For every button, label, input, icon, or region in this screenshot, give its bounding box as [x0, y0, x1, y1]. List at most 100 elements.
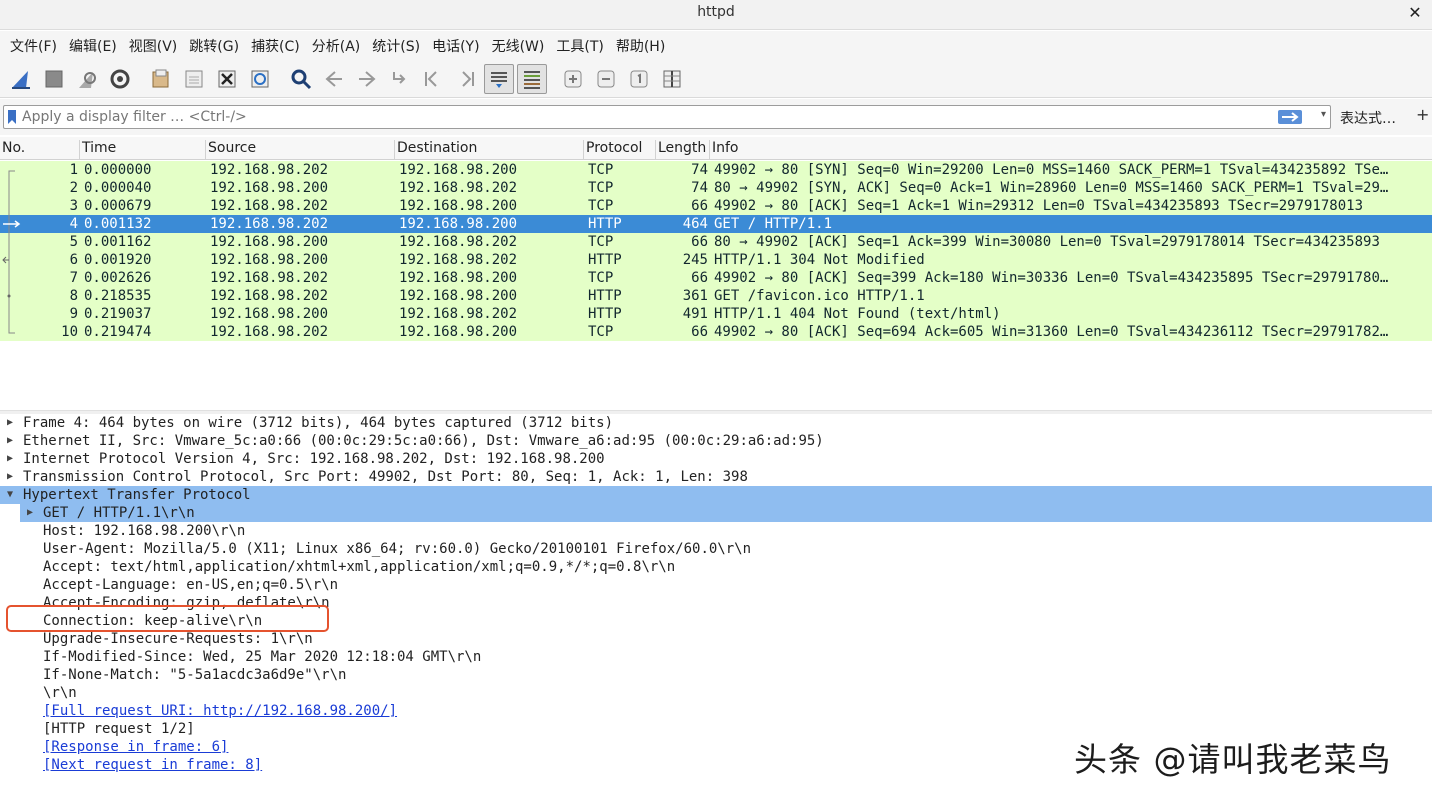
packet-cell-proto: TCP: [588, 180, 614, 196]
packet-row[interactable]: 6 0.001920 192.168.98.200 192.168.98.202 HTT…: [0, 251, 1432, 269]
menu-wireless[interactable]: 无线(W): [486, 36, 551, 56]
menu-statistics[interactable]: 统计(S): [366, 36, 426, 56]
menu-go[interactable]: 跳转(G): [183, 36, 245, 56]
go-forward-icon[interactable]: [352, 64, 382, 94]
menu-file[interactable]: 文件(F): [4, 36, 63, 56]
packet-cell-info: 80 → 49902 [SYN, ACK] Seq=0 Ack=1 Win=28…: [714, 180, 1389, 196]
detail-full-request-uri[interactable]: [Full request URI: http://192.168.98.200…: [0, 702, 1432, 720]
find-packet-icon[interactable]: [286, 64, 316, 94]
menu-view[interactable]: 视图(V): [123, 36, 184, 56]
detail-http-request-line[interactable]: ▶ GET / HTTP/1.1\r\n: [0, 504, 1432, 522]
expand-arrow-icon[interactable]: ▶: [4, 432, 16, 450]
detail-if-none-match[interactable]: If-None-Match: "5-5a1acdc3a6d9e"\r\n: [0, 666, 1432, 684]
go-back-icon[interactable]: [319, 64, 349, 94]
packet-row[interactable]: 10 0.219474 192.168.98.202 192.168.98.200 TC…: [0, 323, 1432, 341]
packet-row[interactable]: 5 0.001162 192.168.98.200 192.168.98.202 TCP…: [0, 233, 1432, 251]
detail-accept[interactable]: Accept: text/html,application/xhtml+xml,…: [0, 558, 1432, 576]
expand-arrow-icon[interactable]: ▶: [4, 468, 16, 486]
packet-cell-len: 74: [691, 162, 708, 178]
packet-cell-proto: HTTP: [588, 252, 622, 268]
full-request-uri-link[interactable]: [Full request URI: http://192.168.98.200…: [43, 702, 397, 720]
expand-arrow-icon[interactable]: ▶: [4, 414, 16, 432]
packet-cell-info: 49902 → 80 [ACK] Seq=1 Ack=1 Win=29312 L…: [714, 198, 1364, 214]
menu-tools[interactable]: 工具(T): [550, 36, 609, 56]
packet-cell-time: 0.219474: [84, 324, 152, 340]
packet-cell-len: 66: [691, 270, 708, 286]
packet-cell-time: 0.000040: [84, 180, 152, 196]
detail-tcp[interactable]: ▶ Transmission Control Protocol, Src Por…: [0, 468, 1432, 486]
column-header-info[interactable]: Info: [710, 140, 1432, 160]
detail-accept-language[interactable]: Accept-Language: en-US,en;q=0.5\r\n: [0, 576, 1432, 594]
close-window-button[interactable]: ✕: [1404, 2, 1426, 24]
capture-options-icon[interactable]: [105, 64, 135, 94]
packet-cell-dst: 192.168.98.200: [399, 162, 518, 178]
packet-row[interactable]: 7 0.002626 192.168.98.202 192.168.98.200 TCP…: [0, 269, 1432, 287]
zoom-out-icon[interactable]: [591, 64, 621, 94]
packet-cell-src: 192.168.98.202: [210, 270, 329, 286]
detail-frame[interactable]: ▶ Frame 4: 464 bytes on wire (3712 bits)…: [0, 414, 1432, 432]
detail-user-agent[interactable]: User-Agent: Mozilla/5.0 (X11; Linux x86_…: [0, 540, 1432, 558]
packet-cell-proto: HTTP: [588, 306, 622, 322]
expression-button[interactable]: 表达式…: [1340, 108, 1396, 128]
column-header-source[interactable]: Source: [206, 140, 395, 160]
packet-row[interactable]: 9 0.219037 192.168.98.200 192.168.98.202 HTT…: [0, 305, 1432, 323]
menu-edit[interactable]: 编辑(E): [63, 36, 123, 56]
go-to-packet-icon[interactable]: [385, 64, 415, 94]
packet-list: No. Time Source Destination Protocol Len…: [0, 137, 1432, 409]
column-header-destination[interactable]: Destination: [395, 140, 584, 160]
response-in-frame-link[interactable]: [Response in frame: 6]: [43, 738, 228, 756]
autoscroll-icon[interactable]: [484, 63, 514, 94]
detail-ipv4[interactable]: ▶ Internet Protocol Version 4, Src: 192.…: [0, 450, 1432, 468]
column-header-length[interactable]: Length: [656, 140, 710, 160]
packet-cell-proto: TCP: [588, 198, 614, 214]
column-header-protocol[interactable]: Protocol: [584, 140, 656, 160]
next-request-in-frame-link[interactable]: [Next request in frame: 8]: [43, 756, 262, 774]
display-filter-input[interactable]: [22, 107, 1282, 127]
apply-filter-arrow-icon[interactable]: [1278, 110, 1302, 124]
menu-help[interactable]: 帮助(H): [610, 36, 671, 56]
packet-row[interactable]: 4 0.001132 192.168.98.202 192.168.98.200 HTT…: [0, 215, 1432, 233]
packet-row[interactable]: 2 0.000040 192.168.98.200 192.168.98.202 TCP…: [0, 179, 1432, 197]
close-file-icon[interactable]: [212, 64, 242, 94]
column-header-no[interactable]: No.: [0, 140, 80, 160]
expand-arrow-icon[interactable]: ▶: [4, 450, 16, 468]
open-file-icon[interactable]: [146, 64, 176, 94]
stop-capture-icon[interactable]: [39, 64, 69, 94]
detail-crlf[interactable]: \r\n: [0, 684, 1432, 702]
last-packet-icon[interactable]: [451, 64, 481, 94]
menu-capture[interactable]: 捕获(C): [245, 36, 306, 56]
packet-cell-src: 192.168.98.202: [210, 162, 329, 178]
colorize-icon[interactable]: [517, 63, 547, 94]
detail-if-modified-since[interactable]: If-Modified-Since: Wed, 25 Mar 2020 12:1…: [0, 648, 1432, 666]
first-packet-icon[interactable]: [418, 64, 448, 94]
resize-columns-icon[interactable]: [657, 64, 687, 94]
packet-cell-proto: TCP: [588, 324, 614, 340]
packet-row[interactable]: 3 0.000679 192.168.98.202 192.168.98.200 TCP…: [0, 197, 1432, 215]
menu-analyze[interactable]: 分析(A): [306, 36, 367, 56]
column-header-time[interactable]: Time: [80, 140, 206, 160]
packet-cell-dst: 192.168.98.200: [399, 270, 518, 286]
packet-row[interactable]: 1 0.000000 192.168.98.202 192.168.98.200 TCP…: [0, 161, 1432, 179]
expand-arrow-icon[interactable]: ▶: [24, 504, 36, 522]
packet-cell-len: 66: [691, 198, 708, 214]
display-filter-box: ▾: [3, 105, 1331, 129]
detail-upgrade-insecure-requests[interactable]: Upgrade-Insecure-Requests: 1\r\n: [0, 630, 1432, 648]
packet-row[interactable]: 8 0.218535 192.168.98.202 192.168.98.200 HTT…: [0, 287, 1432, 305]
detail-http[interactable]: ▼ Hypertext Transfer Protocol: [0, 486, 1432, 504]
save-file-icon[interactable]: [179, 64, 209, 94]
detail-ethernet[interactable]: ▶ Ethernet II, Src: Vmware_5c:a0:66 (00:…: [0, 432, 1432, 450]
add-filter-button[interactable]: +: [1416, 105, 1429, 124]
restart-capture-icon[interactable]: [72, 64, 102, 94]
filter-bookmark-icon[interactable]: [7, 109, 17, 125]
shark-fin-start-icon[interactable]: [6, 64, 36, 94]
zoom-in-icon[interactable]: [558, 64, 588, 94]
filter-history-dropdown-icon[interactable]: ▾: [1321, 109, 1326, 120]
packet-cell-dst: 192.168.98.200: [399, 198, 518, 214]
normal-size-icon[interactable]: [624, 64, 654, 94]
packet-cell-dst: 192.168.98.202: [399, 252, 518, 268]
detail-host[interactable]: Host: 192.168.98.200\r\n: [0, 522, 1432, 540]
reload-file-icon[interactable]: [245, 64, 275, 94]
collapse-arrow-icon[interactable]: ▼: [4, 486, 16, 504]
packet-cell-proto: HTTP: [588, 288, 622, 304]
menu-telephony[interactable]: 电话(Y): [426, 36, 485, 56]
